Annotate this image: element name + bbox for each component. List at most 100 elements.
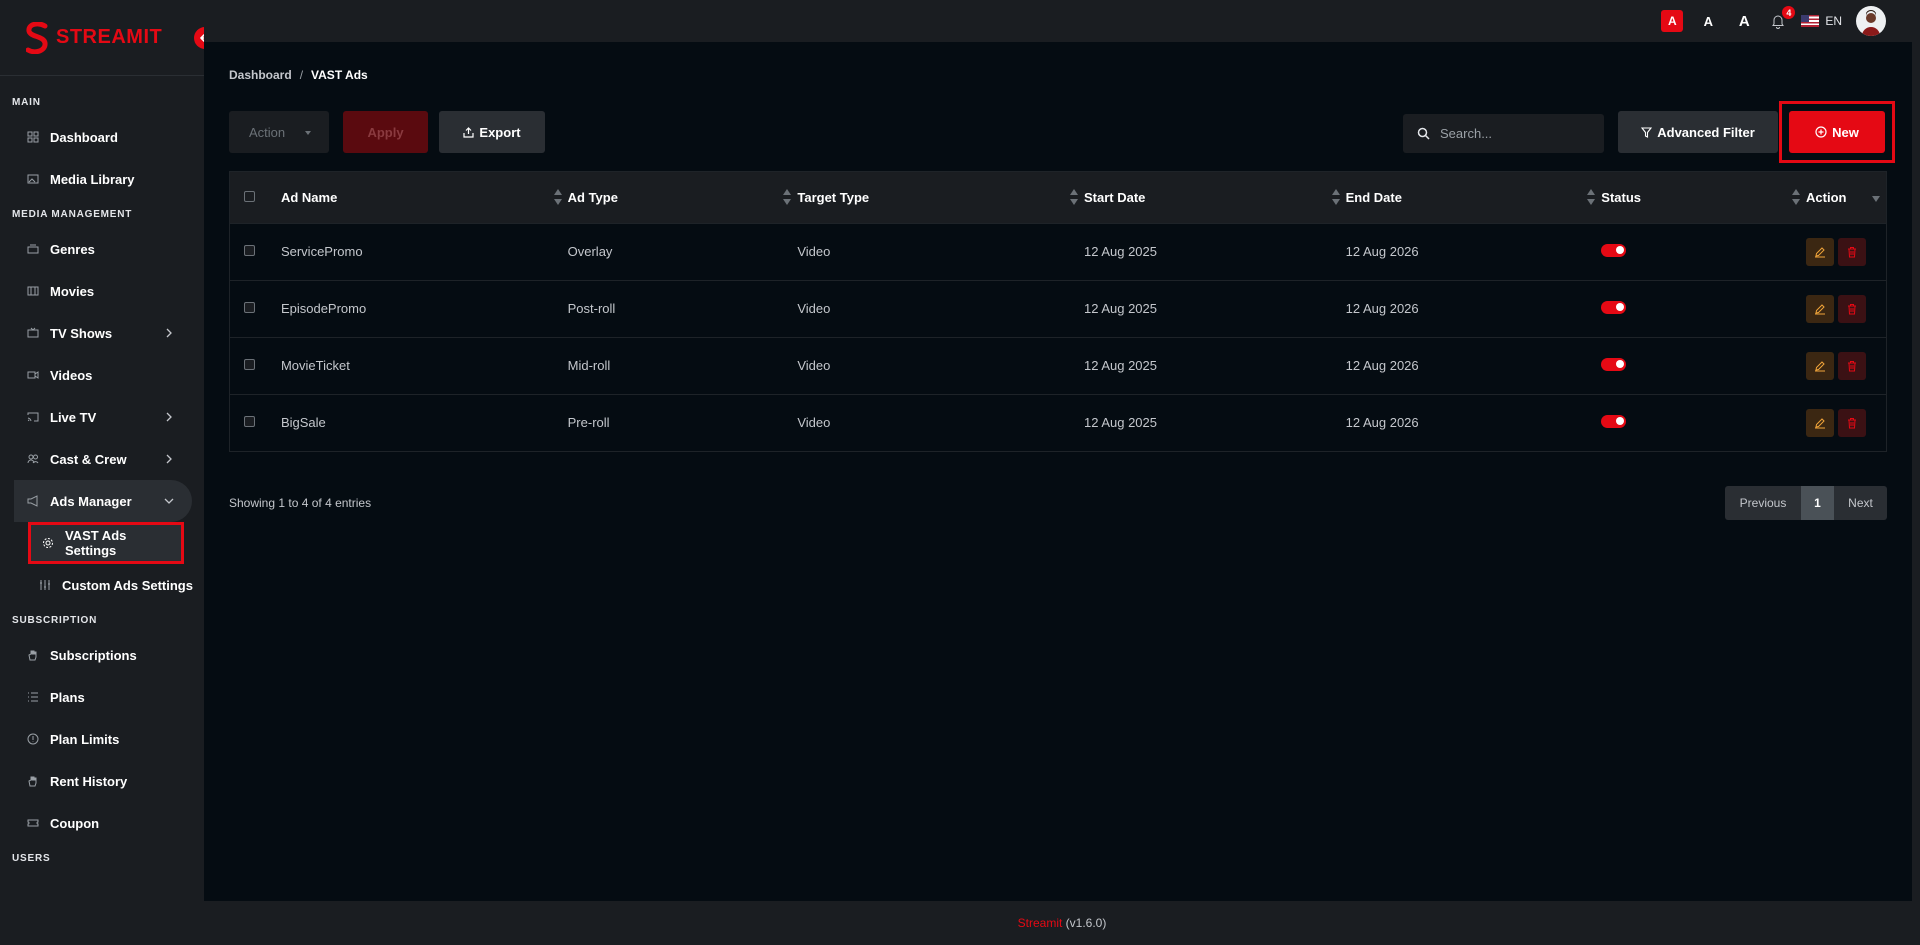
cell-ad-name: MovieTicket (280, 336, 568, 394)
new-label: New (1832, 124, 1859, 140)
apply-button[interactable]: Apply (343, 111, 428, 153)
cell-target-type: Video (797, 222, 1084, 280)
pencil-icon (1815, 360, 1826, 371)
cell-ad-type: Post-roll (567, 279, 798, 337)
delete-button[interactable] (1838, 237, 1867, 266)
sidebar-item-ads-manager[interactable]: Ads Manager (14, 480, 192, 522)
footer-brand-link[interactable]: Streamit (1018, 916, 1063, 930)
row-checkbox[interactable] (244, 302, 255, 313)
sidebar-item-videos[interactable]: Videos (0, 354, 204, 396)
breadcrumb: Dashboard / VAST Ads (229, 68, 368, 82)
user-avatar[interactable] (1856, 6, 1886, 36)
notification-button[interactable]: 4 (1769, 6, 1796, 30)
toolbar: Action Apply Export Advanced Filter New (229, 101, 1895, 163)
sort-icon (1069, 189, 1078, 205)
sidebar-item-vast-ads-settings[interactable]: VAST Ads Settings (28, 522, 184, 564)
sidebar-item-tv-shows[interactable]: TV Shows (0, 312, 204, 354)
sidebar-item-genres[interactable]: Genres (0, 228, 204, 270)
cell-target-type: Video (797, 393, 1084, 451)
column-header-start-date[interactable]: Start Date (1084, 172, 1346, 223)
sidebar-item-dashboard[interactable]: Dashboard (0, 116, 204, 158)
section-label-subscription: SUBSCRIPTION (12, 614, 98, 626)
cell-ad-type: Overlay (567, 222, 798, 280)
tv-icon (26, 326, 40, 340)
cell-end-date: 12 Aug 2026 (1345, 222, 1602, 280)
bulk-action-select[interactable]: Action (229, 111, 329, 153)
previous-page-button[interactable]: Previous (1725, 486, 1801, 520)
sidebar-item-rent-history[interactable]: Rent History (0, 760, 204, 802)
sidebar-item-plan-limits[interactable]: Plan Limits (0, 718, 204, 760)
new-button-highlight: New (1779, 101, 1895, 163)
sidebar-item-coupon[interactable]: Coupon (0, 802, 204, 844)
delete-button[interactable] (1838, 351, 1867, 380)
caret-down-icon (305, 131, 311, 135)
new-button[interactable]: New (1789, 111, 1885, 153)
font-size-small-button[interactable]: A (1661, 10, 1684, 32)
breadcrumb-dashboard-link[interactable]: Dashboard (229, 68, 292, 82)
edit-button[interactable] (1806, 237, 1835, 266)
status-toggle[interactable] (1601, 300, 1627, 314)
column-header-action[interactable]: Action (1806, 172, 1886, 223)
cell-ad-name: BigSale (280, 393, 568, 451)
search-icon (1417, 127, 1430, 140)
edit-button[interactable] (1806, 408, 1835, 437)
column-header-status[interactable]: Status (1601, 172, 1806, 223)
brand-name: STREAMIT (56, 26, 163, 48)
cell-start-date: 12 Aug 2025 (1083, 222, 1346, 280)
cell-ad-name: EpisodePromo (280, 279, 568, 337)
column-header-target-type[interactable]: Target Type (797, 172, 1084, 223)
pencil-icon (1815, 246, 1826, 257)
delete-button[interactable] (1838, 294, 1867, 323)
sidebar-item-label: Movies (50, 283, 95, 299)
font-size-medium-button[interactable]: A (1697, 10, 1719, 32)
cell-end-date: 12 Aug 2026 (1345, 336, 1602, 394)
sidebar-item-live-tv[interactable]: Live TV (0, 396, 204, 438)
notification-count-badge: 4 (1782, 6, 1796, 19)
sidebar-item-media-library[interactable]: Media Library (0, 158, 204, 200)
page-1-button[interactable]: 1 (1801, 486, 1834, 520)
edit-button[interactable] (1806, 294, 1835, 323)
sidebar-item-label: Plan Limits (50, 731, 120, 747)
sidebar-item-label: Ads Manager (50, 493, 132, 509)
breadcrumb-separator: / (299, 68, 304, 82)
streamit-logo-icon (24, 21, 50, 55)
status-toggle[interactable] (1601, 414, 1627, 428)
advanced-filter-label: Advanced Filter (1657, 124, 1755, 140)
section-label-users: USERS (12, 852, 51, 864)
sidebar-item-plans[interactable]: Plans (0, 676, 204, 718)
cell-end-date: 12 Aug 2026 (1345, 393, 1602, 451)
advanced-filter-button[interactable]: Advanced Filter (1618, 111, 1778, 153)
delete-button[interactable] (1838, 408, 1867, 437)
table-row: ServicePromo Overlay Video 12 Aug 2025 1… (230, 222, 1886, 280)
column-header-ad-type[interactable]: Ad Type (568, 172, 798, 223)
next-page-button[interactable]: Next (1834, 486, 1887, 520)
select-all-checkbox[interactable] (244, 190, 255, 202)
status-toggle[interactable] (1601, 243, 1627, 257)
export-button[interactable]: Export (439, 111, 545, 153)
column-header-end-date[interactable]: End Date (1346, 172, 1602, 223)
sidebar-item-label: TV Shows (50, 325, 113, 341)
sidebar-item-cast-crew[interactable]: Cast & Crew (0, 438, 204, 480)
bulk-action-placeholder: Action (249, 124, 286, 140)
search-input[interactable] (1440, 126, 1590, 141)
sidebar-item-label: Videos (50, 367, 93, 383)
page-scrollbar[interactable] (1912, 0, 1920, 945)
row-checkbox[interactable] (244, 416, 255, 428)
language-selector[interactable]: EN (1801, 14, 1842, 28)
font-size-large-button[interactable]: A (1733, 10, 1755, 32)
row-checkbox[interactable] (244, 359, 255, 370)
sidebar-collapse-button[interactable] (194, 27, 204, 49)
sidebar-item-movies[interactable]: Movies (0, 270, 204, 312)
cell-ad-name: ServicePromo (280, 222, 568, 280)
row-checkbox[interactable] (244, 245, 255, 256)
sidebar-item-subscriptions[interactable]: Subscriptions (0, 634, 204, 676)
list-icon (26, 690, 40, 704)
export-icon (463, 126, 475, 138)
column-header-ad-name[interactable]: Ad Name (281, 172, 568, 223)
edit-button[interactable] (1806, 351, 1835, 380)
sidebar-item-label: Custom Ads Settings (62, 577, 193, 593)
status-toggle[interactable] (1601, 357, 1627, 371)
sidebar-item-custom-ads-settings[interactable]: Custom Ads Settings (0, 564, 204, 606)
vast-ads-table: Ad Name Ad Type Target Type Start Date E… (229, 171, 1887, 452)
cell-ad-type: Pre-roll (567, 393, 798, 451)
